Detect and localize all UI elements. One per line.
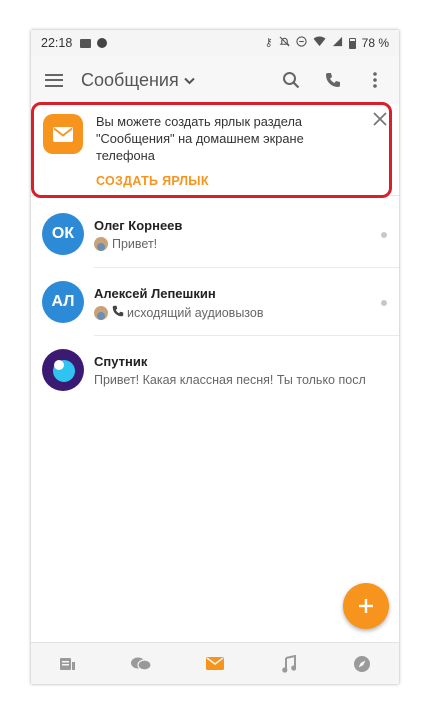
nav-discussions[interactable] [105, 643, 179, 684]
plus-icon [359, 599, 373, 613]
avatar: АЛ [42, 281, 84, 323]
app-bar-actions [281, 70, 385, 90]
more-vertical-icon[interactable] [365, 70, 385, 90]
chat-item-sputnik[interactable]: Спутник Привет! Какая классная песня! Ты… [31, 336, 399, 404]
chevron-down-icon[interactable] [183, 76, 195, 88]
chat-preview-text: Привет! [112, 237, 158, 251]
wifi-icon [313, 36, 326, 50]
feed-icon [59, 657, 75, 670]
unread-dot-icon [381, 232, 387, 238]
bottom-navigation [31, 642, 399, 684]
create-shortcut-button[interactable]: СОЗДАТЬ ЯРЛЫК [96, 174, 209, 188]
chat-name: Алексей Лепешкин [94, 286, 216, 301]
chat-preview-text: Привет! Какая классная песня! Ты только … [94, 373, 366, 387]
status-bar: 22:18 ⚷ 78 % [31, 30, 399, 56]
close-icon[interactable] [373, 112, 391, 130]
unread-dot-icon [381, 300, 387, 306]
chat-preview-text: исходящий аудиовызов [127, 305, 264, 320]
shortcut-banner: Вы можете создать ярлык раздела "Сообщен… [31, 104, 399, 196]
status-time: 22:18 [41, 36, 73, 50]
sputnik-logo-icon [42, 349, 84, 391]
banner-message: Вы можете создать ярлык раздела "Сообщен… [96, 114, 304, 163]
battery-level: 78 % [361, 36, 389, 50]
status-icons: ⚷ 78 % [265, 36, 389, 50]
sender-avatar-icon [94, 305, 108, 320]
battery-icon [348, 37, 356, 49]
nav-feed[interactable] [31, 643, 105, 684]
chat-list: ОК Олег Корнеев Привет! АЛ Алексей Лепеш… [31, 200, 399, 404]
dnd-icon [296, 36, 307, 50]
key-icon: ⚷ [264, 36, 273, 49]
signal-icon [332, 36, 343, 50]
menu-icon[interactable] [45, 73, 63, 87]
chat-preview: Привет! [94, 237, 387, 251]
new-message-button[interactable] [343, 583, 389, 629]
sender-avatar-icon [94, 237, 108, 251]
call-icon [112, 305, 124, 320]
search-icon[interactable] [281, 70, 301, 90]
page-title[interactable]: Сообщения [81, 70, 179, 91]
nav-explore[interactable] [325, 643, 399, 684]
compass-icon [354, 655, 371, 672]
phone-screen: 22:18 ⚷ 78 % Сообщения Вы можете создать… [31, 30, 399, 684]
chat-preview: исходящий аудиовызов [94, 305, 387, 320]
nav-messages[interactable] [178, 643, 252, 684]
discussions-icon [131, 657, 152, 671]
nav-music[interactable] [252, 643, 326, 684]
avatar: ОК [42, 213, 84, 255]
phone-icon[interactable] [323, 70, 343, 90]
gallery-notification-icon [80, 38, 92, 48]
chat-preview: Привет! Какая классная песня! Ты только … [94, 373, 387, 387]
messages-icon [205, 657, 224, 670]
chat-item-aleksey[interactable]: АЛ Алексей Лепешкин исходящий аудиовызов [31, 268, 399, 336]
chat-item-oleg[interactable]: ОК Олег Корнеев Привет! [31, 200, 399, 268]
app-bar: Сообщения [31, 56, 399, 104]
chat-name: Спутник [94, 354, 148, 369]
notification-dot-icon [97, 38, 108, 48]
music-icon [281, 654, 296, 673]
chat-name: Олег Корнеев [94, 218, 183, 233]
bell-off-icon [279, 36, 290, 50]
envelope-icon [43, 114, 83, 154]
